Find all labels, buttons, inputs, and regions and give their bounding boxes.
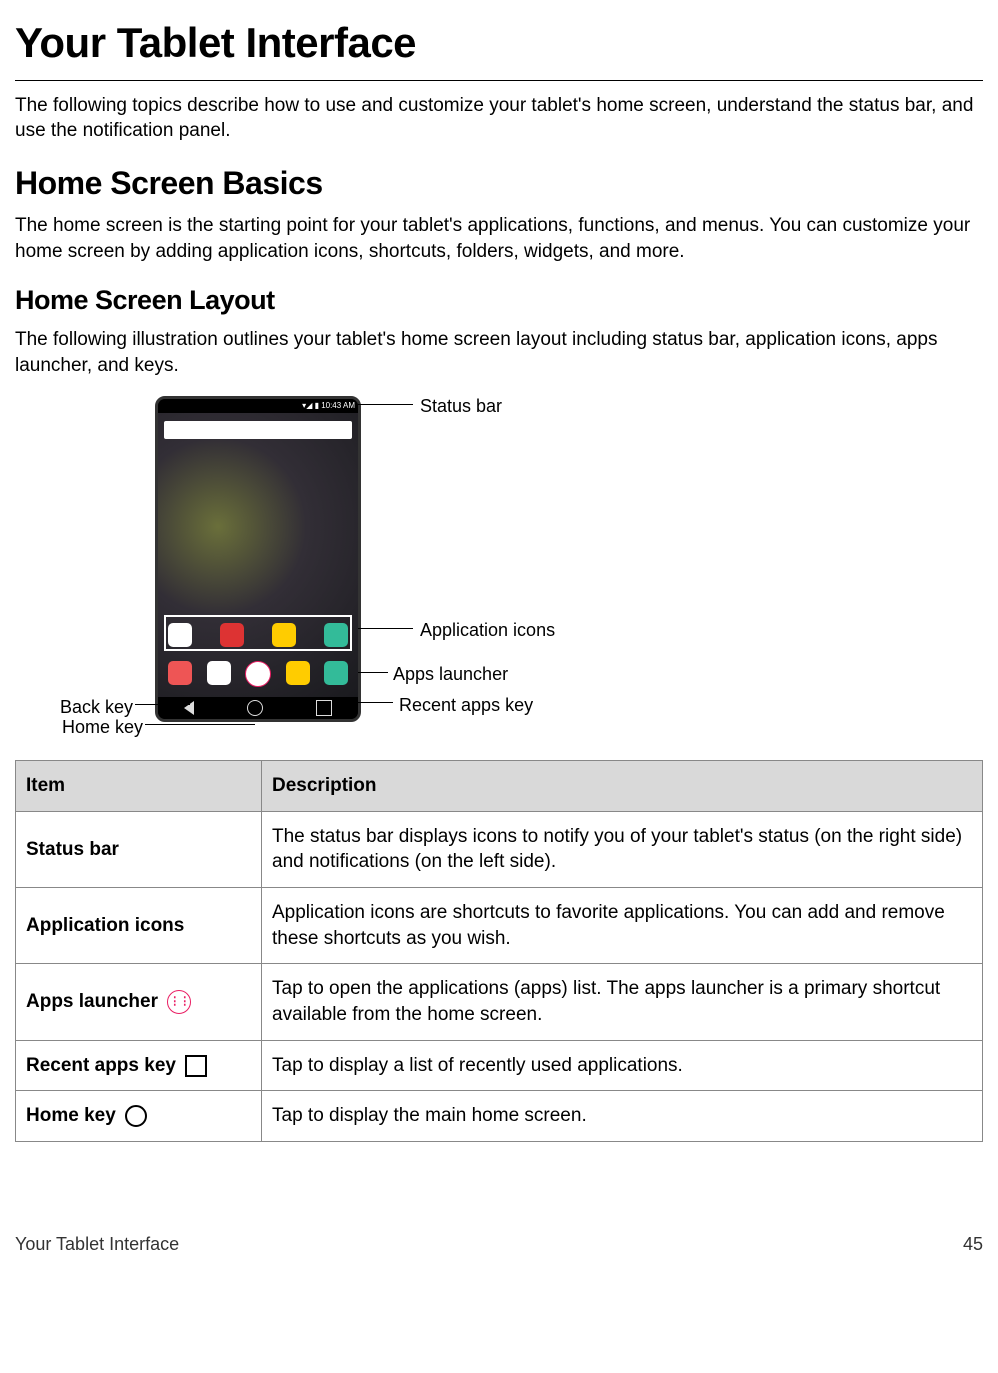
table-item-label: Recent apps key — [26, 1055, 176, 1076]
table-item: Status bar — [16, 811, 262, 887]
callout-recent-apps-key: Recent apps key — [399, 693, 533, 717]
app-icon — [272, 623, 296, 647]
table-item: Recent apps key — [16, 1040, 262, 1091]
table-description: Application icons are shortcuts to favor… — [262, 888, 983, 964]
table-description: Tap to open the applications (apps) list… — [262, 964, 983, 1040]
description-table: Item Description Status bar The status b… — [15, 760, 983, 1142]
table-header-description: Description — [262, 761, 983, 812]
home-screen-layout-heading: Home Screen Layout — [15, 282, 983, 318]
callout-line — [358, 672, 388, 673]
dock-icon — [207, 661, 231, 685]
table-item: Application icons — [16, 888, 262, 964]
app-icons-row — [168, 623, 348, 647]
apps-launcher-icon — [167, 990, 191, 1014]
callout-application-icons: Application icons — [420, 618, 555, 642]
table-header-item: Item — [16, 761, 262, 812]
home-screen-basics-heading: Home Screen Basics — [15, 162, 983, 205]
home-screen-layout-body: The following illustration outlines your… — [15, 327, 983, 378]
table-row: Application icons Application icons are … — [16, 888, 983, 964]
table-description: Tap to display a list of recently used a… — [262, 1040, 983, 1091]
home-screen-illustration: ▾◢ ▮ 10:43 AM Status bar — [55, 396, 655, 746]
dock-icon — [168, 661, 192, 685]
footer-title: Your Tablet Interface — [15, 1234, 179, 1254]
table-item: Apps launcher — [16, 964, 262, 1040]
dock-row — [168, 661, 348, 687]
table-row: Recent apps key Tap to display a list of… — [16, 1040, 983, 1091]
app-icon — [168, 623, 192, 647]
app-icon — [220, 623, 244, 647]
page-title: Your Tablet Interface — [15, 15, 983, 72]
callout-line — [145, 724, 255, 725]
table-item-label: Home key — [26, 1105, 116, 1126]
search-widget — [164, 421, 352, 439]
recent-key-icon — [316, 700, 332, 716]
page-number: 45 — [963, 1232, 983, 1256]
callout-line — [358, 404, 413, 405]
callout-apps-launcher: Apps launcher — [393, 662, 508, 686]
callout-line — [358, 702, 393, 703]
apps-launcher-dock-icon — [245, 661, 271, 687]
callout-line — [358, 628, 413, 629]
table-item-label: Apps launcher — [26, 991, 158, 1012]
callout-line — [135, 704, 190, 705]
tablet-navbar — [158, 697, 358, 719]
home-key-icon — [247, 700, 263, 716]
table-row: Home key Tap to display the main home sc… — [16, 1091, 983, 1142]
table-row: Apps launcher Tap to open the applicatio… — [16, 964, 983, 1040]
title-rule — [15, 80, 983, 81]
table-description: The status bar displays icons to notify … — [262, 811, 983, 887]
callout-home-key: Home key — [55, 715, 143, 739]
recent-apps-icon — [185, 1055, 207, 1077]
table-description: Tap to display the main home screen. — [262, 1091, 983, 1142]
table-item: Home key — [16, 1091, 262, 1142]
dock-icon — [324, 661, 348, 685]
dock-icon — [286, 661, 310, 685]
page-footer: Your Tablet Interface 45 — [15, 1232, 983, 1256]
home-screen-basics-body: The home screen is the starting point fo… — [15, 213, 983, 264]
callout-status-bar: Status bar — [420, 394, 502, 418]
tablet-frame: ▾◢ ▮ 10:43 AM — [155, 396, 361, 722]
status-time: 10:43 AM — [321, 401, 355, 410]
tablet-screen — [158, 413, 358, 697]
home-key-icon — [125, 1105, 147, 1127]
tablet-status-bar: ▾◢ ▮ 10:43 AM — [158, 399, 358, 413]
app-icon — [324, 623, 348, 647]
intro-paragraph: The following topics describe how to use… — [15, 93, 983, 144]
table-row: Status bar The status bar displays icons… — [16, 811, 983, 887]
